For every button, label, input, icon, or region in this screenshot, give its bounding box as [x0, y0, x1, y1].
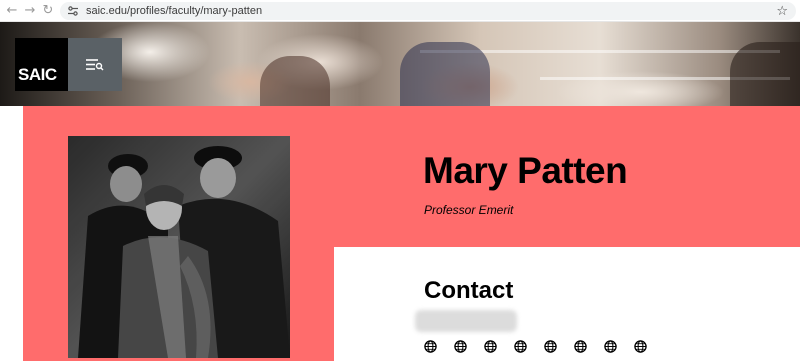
contact-heading: Contact	[424, 277, 514, 304]
globe-icon[interactable]	[453, 339, 467, 353]
menu-search-icon	[86, 58, 104, 70]
globe-icon[interactable]	[543, 339, 557, 353]
figure-shape	[260, 56, 330, 106]
back-icon[interactable]: ←	[3, 2, 21, 20]
address-bar[interactable]: saic.edu/profiles/faculty/mary-patten ☆	[60, 2, 796, 20]
globe-icon[interactable]	[513, 339, 527, 353]
bookmark-star-icon[interactable]: ☆	[776, 2, 788, 20]
logo-text: SAIC	[18, 65, 57, 84]
site-info-icon[interactable]	[64, 2, 82, 20]
figure-shape	[730, 42, 800, 106]
saic-logo[interactable]: SAIC	[15, 38, 68, 91]
profile-title: Professor Emerit	[424, 203, 514, 217]
redacted-contact-info	[415, 310, 517, 332]
profile-photo	[68, 136, 290, 358]
globe-icon[interactable]	[603, 339, 617, 353]
menu-search-button[interactable]	[68, 38, 122, 91]
reload-icon[interactable]: ↻	[39, 2, 57, 20]
url-text[interactable]: saic.edu/profiles/faculty/mary-patten	[86, 5, 262, 17]
globe-icon[interactable]	[633, 339, 647, 353]
globe-icon[interactable]	[483, 339, 497, 353]
social-links	[423, 339, 647, 353]
figure-shape	[400, 42, 490, 106]
profile-name: Mary Patten	[423, 150, 628, 191]
globe-icon[interactable]	[573, 339, 587, 353]
page-margin	[0, 106, 23, 361]
browser-toolbar: ← → ↻ saic.edu/profiles/faculty/mary-pat…	[0, 0, 800, 22]
forward-icon[interactable]: →	[21, 2, 39, 20]
globe-icon[interactable]	[423, 339, 437, 353]
